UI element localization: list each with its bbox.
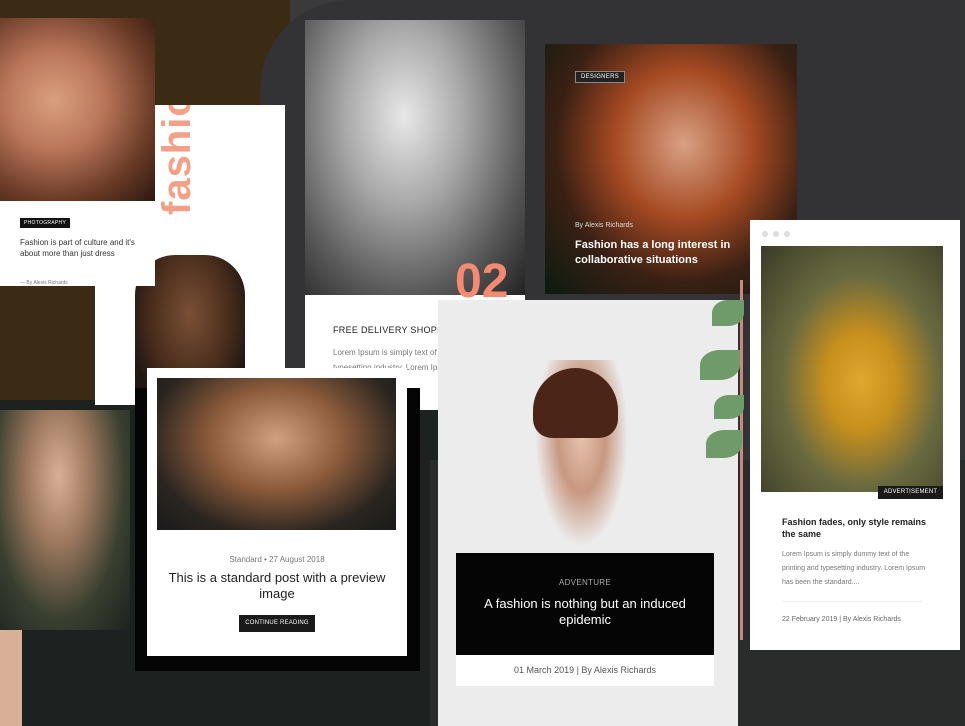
adventure-category[interactable]: ADVENTURE [456,578,714,587]
adventure-footer: 01 March 2019 | By Alexis Richards [456,655,714,686]
hat-woman-photo [305,20,525,295]
adventure-title[interactable]: A fashion is nothing but an induced epid… [481,596,689,628]
two-faces-photo [0,18,155,201]
plant-stem [740,280,743,640]
standard-post-meta: Standard • 27 August 2018 [229,555,325,564]
photography-card[interactable]: PHOTOGRAPHY Fashion is part of culture a… [0,18,155,286]
ad-card-title[interactable]: Fashion fades, only style remains the sa… [782,516,932,540]
designers-title[interactable]: Fashion has a long interest in collabora… [575,238,755,268]
photography-badge[interactable]: PHOTOGRAPHY [20,218,71,228]
fashion-word: fashio [155,105,199,215]
ad-card-divider [782,601,922,602]
photography-card-meta: — By Alexis Richards [20,280,68,286]
leaf-icon [700,350,740,380]
continue-reading-button[interactable]: CONTINUE READING [239,615,315,632]
adventure-card[interactable]: ADVENTURE A fashion is nothing but an in… [456,553,714,686]
leaf-icon [714,395,744,419]
slide-number: 02 [455,255,509,308]
advertisement-card[interactable]: ADVERTISEMENT Fashion fades, only style … [750,220,960,650]
advertisement-badge: ADVERTISEMENT [878,486,943,499]
standard-post-card[interactable]: Standard • 27 August 2018 This is a stan… [147,368,407,656]
ad-card-text: Lorem Ipsum is simply dummy text of the … [782,551,926,586]
leaf-icon [706,430,742,458]
leaf-icon [712,300,744,326]
window-dot-icon [762,231,768,237]
bottom-left-photo [0,410,130,630]
window-dot-icon [784,231,790,237]
designers-byline: By Alexis Richards [575,222,633,229]
window-dot-icon [773,231,779,237]
ad-card-meta: 22 February 2019 | By Alexis Richards [782,616,901,623]
bottom-left-accent [0,630,22,726]
designers-badge[interactable]: DESIGNERS [575,71,626,83]
photography-card-title[interactable]: Fashion is part of culture and it's abou… [20,237,145,259]
yellow-sweater-photo [761,246,943,492]
standard-post-title[interactable]: This is a standard post with a preview i… [167,570,387,602]
bangs-woman-photo [157,378,396,530]
